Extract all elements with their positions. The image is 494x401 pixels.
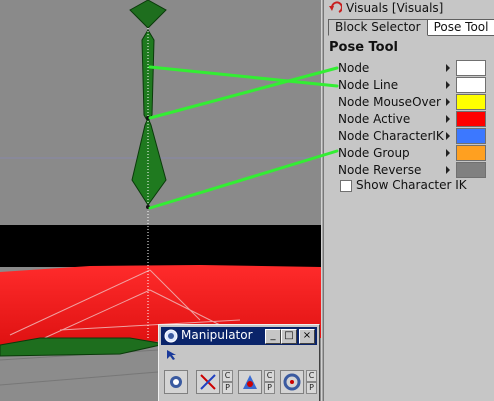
color-swatch[interactable] [456,111,486,127]
visuals-panel: Visuals [Visuals] Block Selector Pose To… [324,0,494,401]
scale-tool-button[interactable] [280,370,304,394]
manipulator-titlebar[interactable]: Manipulator _ □ × [161,327,317,345]
color-swatch[interactable] [456,162,486,178]
property-label: Node Reverse [338,163,422,177]
expand-arrow-icon[interactable] [446,166,450,174]
c-toggle[interactable]: C [306,370,317,382]
property-node-active: Node Active [338,111,488,128]
color-swatch[interactable] [456,94,486,110]
p-toggle[interactable]: P [306,382,317,394]
expand-arrow-icon[interactable] [446,98,450,106]
rotate-tool-button[interactable] [238,370,262,394]
p-toggle[interactable]: P [222,382,233,394]
expand-arrow-icon[interactable] [446,115,450,123]
pointer-arrow-icon[interactable] [165,349,179,361]
property-label: Node MouseOver [338,95,441,109]
panel-title: Visuals [Visuals] [346,1,444,15]
property-node-group: Node Group [338,145,488,162]
property-node: Node [338,60,488,77]
color-swatch[interactable] [456,60,486,76]
property-node-characterik: Node CharacterIK [338,128,488,145]
rotate-tool-icon [243,375,257,389]
property-label: Node [338,61,370,75]
expand-arrow-icon[interactable] [446,81,450,89]
property-label: Node Group [338,146,410,160]
property-label: Node Line [338,78,399,92]
manipulator-window[interactable]: Manipulator _ □ × C P C P C P [158,324,320,401]
show-character-ik-label: Show Character IK [356,178,467,192]
select-tool-button[interactable] [164,370,188,394]
property-node-mouseover: Node MouseOver [338,94,488,111]
move-tool-button[interactable] [196,370,220,394]
color-swatch[interactable] [456,145,486,161]
close-button[interactable]: × [299,329,315,344]
color-swatch[interactable] [456,128,486,144]
panel-header: Visuals [Visuals] [328,0,443,16]
manipulator-app-icon [164,329,178,343]
manipulator-title: Manipulator [181,328,253,342]
scale-tool-icon [283,373,301,391]
tab-pose-tool[interactable]: Pose Tool [427,19,494,36]
undo-arrow-icon[interactable] [328,1,342,15]
c-toggle[interactable]: C [222,370,233,382]
property-node-reverse: Node Reverse [338,162,488,179]
tab-bar: Block Selector Pose Tool [328,19,494,36]
move-tool-icon [200,374,216,390]
show-character-ik-checkbox[interactable] [340,180,352,192]
minimize-button[interactable]: _ [265,329,281,344]
section-title: Pose Tool [329,40,398,55]
maximize-button[interactable]: □ [281,329,297,344]
expand-arrow-icon[interactable] [446,64,450,72]
tab-block-selector[interactable]: Block Selector [328,19,428,36]
expand-arrow-icon[interactable] [446,132,450,140]
property-node-line: Node Line [338,77,488,94]
expand-arrow-icon[interactable] [446,149,450,157]
c-toggle[interactable]: C [264,370,275,382]
property-label: Node CharacterIK [338,129,444,143]
p-toggle[interactable]: P [264,382,275,394]
viewport-3d[interactable]: Manipulator _ □ × C P C P C P [0,0,321,401]
property-label: Node Active [338,112,411,126]
select-tool-icon [170,376,182,388]
color-swatch[interactable] [456,77,486,93]
